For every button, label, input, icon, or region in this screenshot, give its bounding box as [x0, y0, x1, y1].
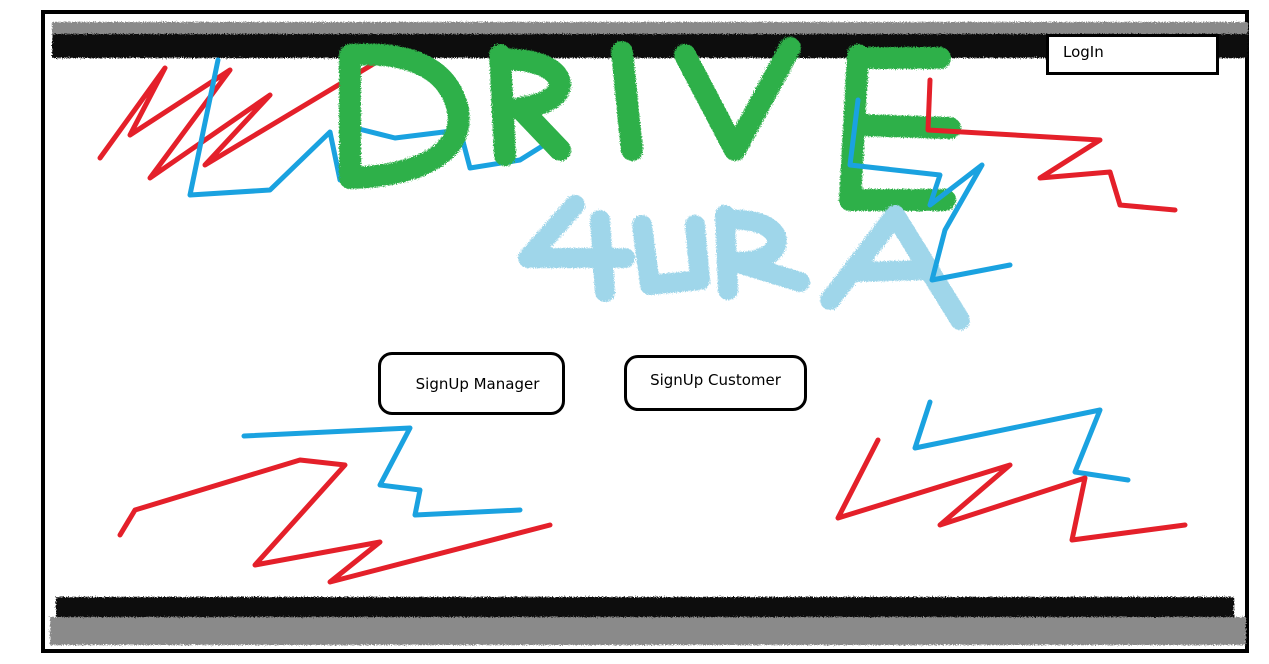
signup-customer-button[interactable]: SignUp Customer [624, 355, 807, 411]
login-button[interactable]: LogIn [1046, 34, 1219, 75]
page-frame [41, 10, 1249, 653]
signup-manager-button[interactable]: SignUp Manager [378, 352, 565, 415]
signup-manager-label: SignUp Manager [415, 374, 540, 393]
login-button-label: LogIn [1063, 43, 1104, 61]
signup-customer-label: SignUp Customer [650, 371, 781, 389]
